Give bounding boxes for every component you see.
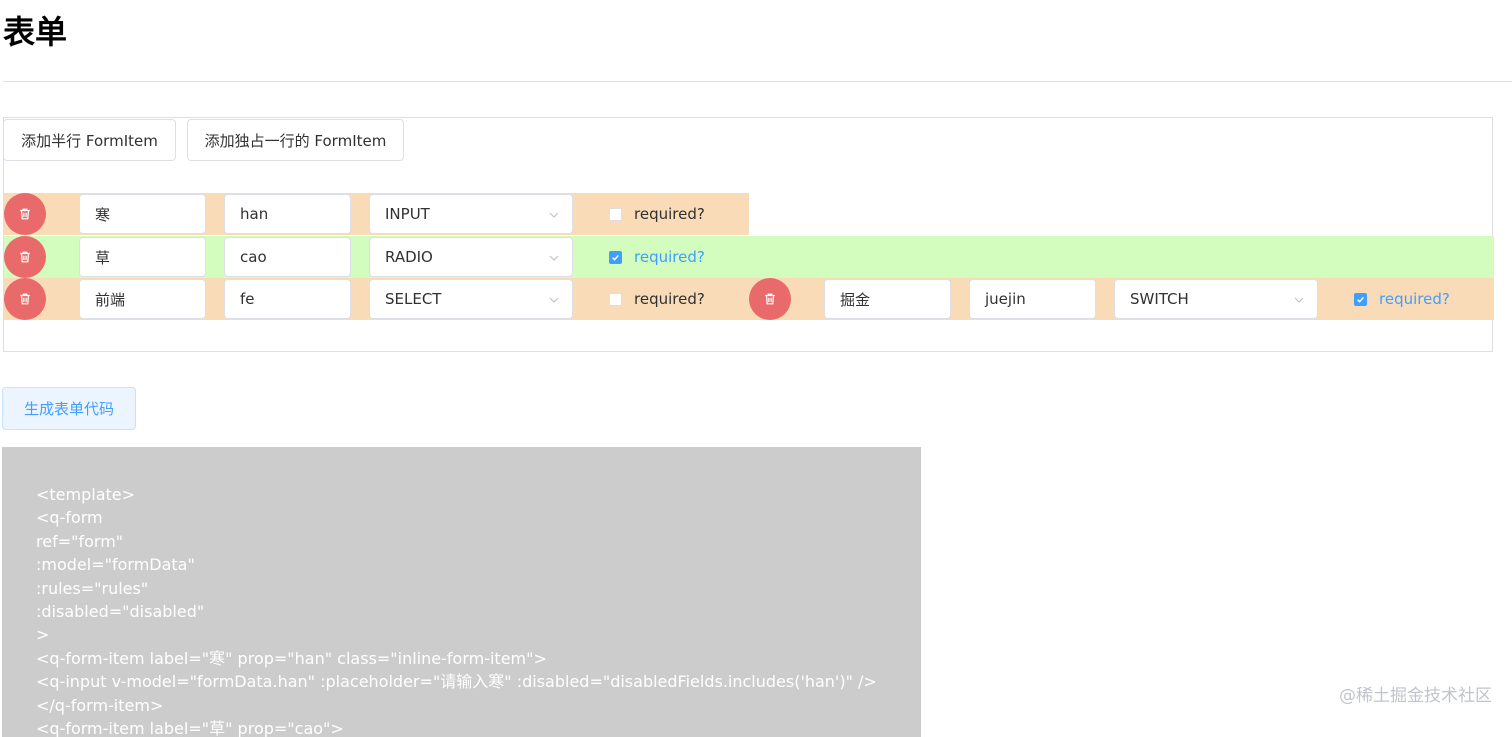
- item-type-select[interactable]: SELECT: [369, 279, 573, 319]
- delete-item-button[interactable]: [4, 193, 46, 235]
- required-checkbox[interactable]: required?: [609, 193, 705, 235]
- checkbox-box: [609, 292, 622, 306]
- item-type-value: SELECT: [385, 290, 442, 308]
- code-line: </q-form-item>: [36, 695, 164, 715]
- divider: [3, 81, 1512, 82]
- item-label-input[interactable]: 寒: [79, 194, 206, 234]
- form-row-2: 草 cao RADIO required?: [4, 236, 1494, 278]
- generate-form-code-button[interactable]: 生成表单代码: [2, 387, 136, 430]
- chevron-down-icon: [1294, 297, 1304, 303]
- form-item: 寒 han INPUT required?: [4, 193, 749, 235]
- code-line: <q-form-item label="寒" prop="han" class=…: [36, 648, 547, 668]
- code-line: ref="form": [36, 531, 124, 551]
- trash-icon: [20, 208, 30, 220]
- code-line: :model="formData": [36, 555, 195, 575]
- form-row-3: 前端 fe SELECT required? 掘金 juejin SWITCH: [4, 278, 1494, 320]
- item-prop-input[interactable]: juejin: [969, 279, 1096, 319]
- add-half-row-item-button[interactable]: 添加半行 FormItem: [3, 119, 176, 161]
- add-full-row-item-button[interactable]: 添加独占一行的 FormItem: [187, 119, 404, 161]
- check-icon: [1357, 296, 1364, 303]
- item-type-value: SWITCH: [1130, 290, 1189, 308]
- code-line: <q-form: [36, 508, 103, 528]
- chevron-down-icon: [549, 255, 559, 261]
- item-type-select[interactable]: INPUT: [369, 194, 573, 234]
- page-title: 表单: [3, 13, 68, 51]
- form-item: 草 cao RADIO required?: [4, 236, 1494, 278]
- item-type-select[interactable]: SWITCH: [1114, 279, 1318, 319]
- form-row-1: 寒 han INPUT required?: [4, 193, 749, 235]
- code-output: <template> <q-form ref="form" :model="fo…: [2, 447, 921, 737]
- checkbox-box: [1354, 292, 1367, 306]
- required-checkbox[interactable]: required?: [609, 236, 705, 278]
- chevron-down-icon: [549, 297, 559, 303]
- trash-icon: [765, 293, 775, 305]
- check-icon: [612, 254, 619, 261]
- form-item: 前端 fe SELECT required?: [4, 278, 749, 320]
- required-checkbox[interactable]: required?: [609, 278, 705, 320]
- item-label-input[interactable]: 前端: [79, 279, 206, 319]
- code-line: :disabled="disabled": [36, 602, 205, 622]
- required-label: required?: [634, 205, 705, 223]
- required-checkbox[interactable]: required?: [1354, 278, 1450, 320]
- form-item: 掘金 juejin SWITCH required?: [749, 278, 1494, 320]
- watermark: @稀土掘金技术社区: [1339, 686, 1492, 706]
- trash-icon: [20, 293, 30, 305]
- code-line: >: [36, 625, 50, 645]
- item-label-input[interactable]: 草: [79, 237, 206, 277]
- code-line: <template>: [36, 485, 136, 504]
- required-label: required?: [634, 290, 705, 308]
- delete-item-button[interactable]: [4, 278, 46, 320]
- item-type-value: INPUT: [385, 205, 430, 223]
- item-type-value: RADIO: [385, 248, 433, 266]
- required-area: [573, 236, 1494, 278]
- code-line: <q-form-item label="草" prop="cao">: [36, 719, 344, 737]
- checkbox-box: [609, 207, 622, 221]
- checkbox-box: [609, 250, 622, 264]
- item-type-select[interactable]: RADIO: [369, 237, 573, 277]
- item-prop-input[interactable]: cao: [224, 237, 351, 277]
- trash-icon: [20, 251, 30, 263]
- item-prop-input[interactable]: han: [224, 194, 351, 234]
- delete-item-button[interactable]: [749, 278, 791, 320]
- delete-item-button[interactable]: [4, 236, 46, 278]
- code-line: :rules="rules": [36, 578, 149, 598]
- code-line: <q-input v-model="formData.han" :placeho…: [36, 672, 877, 692]
- chevron-down-icon: [549, 212, 559, 218]
- item-label-input[interactable]: 掘金: [824, 279, 951, 319]
- form-builder-panel: 添加半行 FormItem 添加独占一行的 FormItem 寒 han INP…: [3, 117, 1494, 352]
- required-label: required?: [634, 248, 705, 266]
- item-prop-input[interactable]: fe: [224, 279, 351, 319]
- required-label: required?: [1379, 290, 1450, 308]
